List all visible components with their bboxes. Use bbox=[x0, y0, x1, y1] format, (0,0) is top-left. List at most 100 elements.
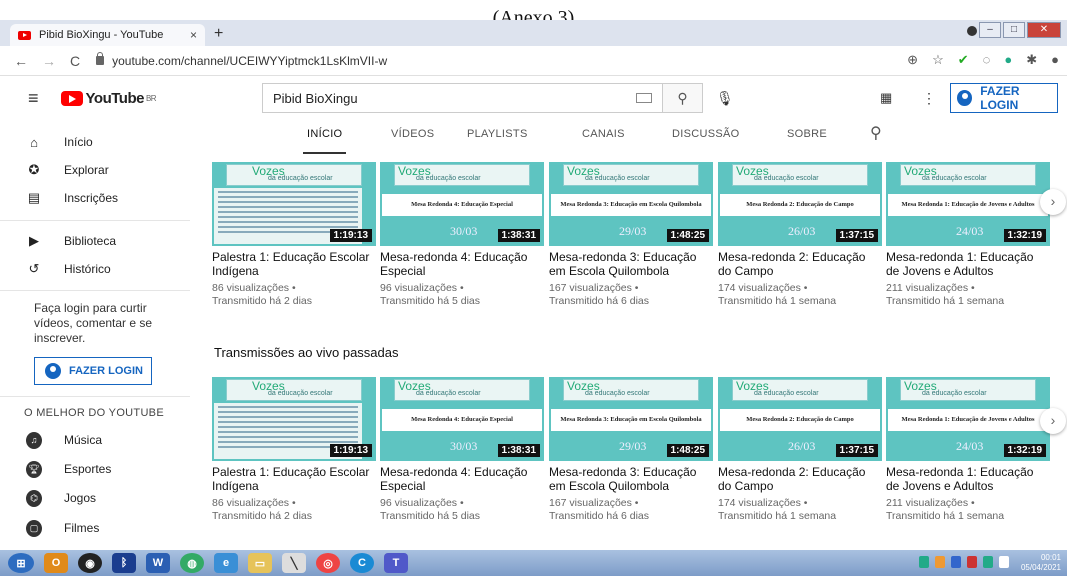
video-title[interactable]: Mesa-redonda 2: Educação do Campo bbox=[718, 250, 882, 278]
video-card[interactable]: Vozes da educação escolar Mesa Redonda 3: … bbox=[549, 162, 713, 308]
video-views: 211 visualizações • bbox=[886, 497, 975, 509]
profile-icon[interactable]: ● bbox=[1051, 52, 1059, 68]
volume-icon[interactable] bbox=[999, 556, 1009, 568]
start-button-icon[interactable]: ⊞ bbox=[8, 553, 34, 573]
video-thumbnail[interactable]: Vozes da educação escolar 1:19:13 bbox=[212, 162, 376, 246]
search-input[interactable]: Pibid BioXingu bbox=[262, 83, 663, 113]
snipping-tool-icon[interactable]: ╲ bbox=[282, 553, 306, 573]
video-title[interactable]: Palestra 1: Educação Escolar Indígena bbox=[212, 465, 376, 493]
cast-icon[interactable]: ⊕ bbox=[907, 52, 918, 68]
folder-icon[interactable]: ▭ bbox=[248, 553, 272, 573]
thumb-date: 26/03 bbox=[788, 224, 816, 238]
keyboard-icon[interactable] bbox=[636, 93, 652, 103]
teams-icon[interactable]: T bbox=[384, 553, 408, 573]
login-button[interactable]: FAZER LOGIN bbox=[950, 83, 1058, 113]
video-thumbnail[interactable]: Vozes da educação escolar Mesa Redonda 3: … bbox=[549, 377, 713, 461]
video-title[interactable]: Mesa-redonda 4: Educação Especial bbox=[380, 250, 544, 278]
tab-close-icon[interactable]: × bbox=[190, 28, 197, 42]
video-card[interactable]: Vozes da educação escolar Mesa Redonda 1: … bbox=[886, 377, 1050, 523]
tray-icon[interactable] bbox=[919, 556, 929, 568]
video-title[interactable]: Mesa-redonda 4: Educação Especial bbox=[380, 465, 544, 493]
sidebar-item-inicio[interactable]: ⌂ Início bbox=[26, 134, 93, 150]
shelf-next-arrow-icon[interactable]: › bbox=[1040, 189, 1066, 215]
video-card[interactable]: Vozes da educação escolar Mesa Redonda 4: … bbox=[380, 162, 544, 308]
sidebar-item-musica[interactable]: ♫ Música bbox=[26, 431, 102, 449]
extension-icon-2[interactable]: ● bbox=[1004, 52, 1012, 68]
tray-icon[interactable] bbox=[967, 556, 977, 568]
video-card[interactable]: Vozes da educação escolar 1:19:13 Palestra … bbox=[212, 162, 376, 308]
microphone-icon[interactable]: 🎙︎ bbox=[716, 90, 734, 107]
apps-grid-icon[interactable]: ▦ bbox=[880, 90, 892, 106]
sidebar-item-inscricoes[interactable]: ▤ Inscrições bbox=[26, 190, 118, 206]
more-options-icon[interactable]: ⋮ bbox=[922, 90, 936, 107]
app-icon[interactable]: ◍ bbox=[180, 553, 204, 573]
clock[interactable]: 00:01 05/04/2021 bbox=[1021, 553, 1061, 573]
search-button[interactable]: ⚲ bbox=[663, 83, 703, 113]
tray-icon[interactable] bbox=[951, 556, 961, 568]
internet-explorer-icon[interactable]: e bbox=[214, 553, 238, 573]
sidebar-item-esportes[interactable]: 🏆︎ Esportes bbox=[26, 460, 111, 478]
video-card[interactable]: Vozes da educação escolar 1:19:13 Palestra … bbox=[212, 377, 376, 523]
video-card[interactable]: Vozes da educação escolar Mesa Redonda 2: … bbox=[718, 162, 882, 308]
new-tab-button[interactable]: + bbox=[214, 25, 223, 43]
extension-icon[interactable]: ◌ bbox=[983, 52, 991, 68]
reload-icon[interactable]: C bbox=[70, 53, 80, 69]
video-card[interactable]: Vozes da educação escolar Mesa Redonda 2: … bbox=[718, 377, 882, 523]
tab-videos[interactable]: VÍDEOS bbox=[391, 128, 434, 140]
sidebar: ⌂ Início ✪ Explorar ▤ Inscrições ▶ Bibli… bbox=[0, 120, 190, 550]
browser-tab[interactable]: Pibid BioXingu - YouTube × bbox=[10, 24, 205, 46]
video-card[interactable]: Vozes da educação escolar Mesa Redonda 1: … bbox=[886, 162, 1050, 308]
video-thumbnail[interactable]: Vozes da educação escolar Mesa Redonda 1: … bbox=[886, 377, 1050, 461]
extension-check-icon[interactable]: ✔ bbox=[958, 52, 969, 68]
tab-inicio[interactable]: INÍCIO bbox=[302, 128, 347, 154]
media-player-icon[interactable]: ◉ bbox=[78, 553, 102, 573]
back-arrow-icon[interactable]: ← bbox=[14, 53, 28, 69]
outlook-icon[interactable]: O bbox=[44, 553, 68, 573]
tab-canais[interactable]: CANAIS bbox=[582, 128, 625, 140]
channel-search-icon[interactable]: ⚲ bbox=[870, 123, 882, 143]
shelf-title[interactable]: Transmissões ao vivo passadas bbox=[214, 345, 399, 360]
puzzle-icon[interactable]: ✱ bbox=[1026, 52, 1037, 68]
sidebar-item-jogos[interactable]: ⌬ Jogos bbox=[26, 489, 96, 507]
video-thumbnail[interactable]: Vozes da educação escolar Mesa Redonda 4: … bbox=[380, 377, 544, 461]
video-card[interactable]: Vozes da educação escolar Mesa Redonda 3: … bbox=[549, 377, 713, 523]
thumb-heading: Mesa Redonda 3: Educação em Escola Quilo… bbox=[551, 409, 711, 431]
video-thumbnail[interactable]: Vozes da educação escolar Mesa Redonda 2: … bbox=[718, 162, 882, 246]
sidebar-item-filmes[interactable]: ▢ Filmes bbox=[26, 519, 99, 537]
video-title[interactable]: Mesa-redonda 2: Educação do Campo bbox=[718, 465, 882, 493]
menu-icon[interactable]: ≡ bbox=[28, 88, 39, 109]
chrome-icon[interactable]: ◎ bbox=[316, 553, 340, 573]
word-icon[interactable]: W bbox=[146, 553, 170, 573]
tray-icon[interactable] bbox=[935, 556, 945, 568]
video-title[interactable]: Mesa-redonda 1: Educação de Jovens e Adu… bbox=[886, 250, 1050, 278]
video-thumbnail[interactable]: Vozes da educação escolar Mesa Redonda 4: … bbox=[380, 162, 544, 246]
sidebar-login-button[interactable]: FAZER LOGIN bbox=[34, 357, 152, 385]
video-card[interactable]: Vozes da educação escolar Mesa Redonda 4: … bbox=[380, 377, 544, 523]
video-title[interactable]: Mesa-redonda 1: Educação de Jovens e Adu… bbox=[886, 465, 1050, 493]
video-thumbnail[interactable]: Vozes da educação escolar Mesa Redonda 3: … bbox=[549, 162, 713, 246]
url-field[interactable]: youtube.com/channel/UCEIWYYiptmck1LsKlmV… bbox=[96, 52, 387, 68]
tab-playlists[interactable]: PLAYLISTS bbox=[467, 128, 528, 140]
video-title[interactable]: Mesa-redonda 3: Educação em Escola Quilo… bbox=[549, 250, 713, 278]
bookmark-star-icon[interactable]: ☆ bbox=[932, 52, 944, 68]
compass-icon: ✪ bbox=[28, 162, 40, 177]
sidebar-item-explorar[interactable]: ✪ Explorar bbox=[26, 162, 109, 178]
edge-icon[interactable]: C bbox=[350, 553, 374, 573]
forward-arrow-icon[interactable]: → bbox=[42, 53, 56, 69]
tab-sobre[interactable]: SOBRE bbox=[787, 128, 827, 140]
minimize-button[interactable]: – bbox=[979, 22, 1001, 38]
sidebar-item-historico[interactable]: ↺ Histórico bbox=[26, 261, 111, 277]
video-thumbnail[interactable]: Vozes da educação escolar Mesa Redonda 1: … bbox=[886, 162, 1050, 246]
window-close-button[interactable]: ✕ bbox=[1027, 22, 1061, 38]
bluetooth-icon[interactable]: ᛒ bbox=[112, 553, 136, 573]
shelf-next-arrow-icon[interactable]: › bbox=[1040, 408, 1066, 434]
video-thumbnail[interactable]: Vozes da educação escolar Mesa Redonda 2: … bbox=[718, 377, 882, 461]
sidebar-item-biblioteca[interactable]: ▶ Biblioteca bbox=[26, 233, 116, 249]
maximize-button[interactable]: □ bbox=[1003, 22, 1025, 38]
video-title[interactable]: Palestra 1: Educação Escolar Indígena bbox=[212, 250, 376, 278]
video-thumbnail[interactable]: Vozes da educação escolar 1:19:13 bbox=[212, 377, 376, 461]
tray-icon[interactable] bbox=[983, 556, 993, 568]
youtube-logo[interactable]: YouTube BR bbox=[60, 90, 157, 107]
tab-discussao[interactable]: DISCUSSÃO bbox=[672, 128, 740, 140]
video-title[interactable]: Mesa-redonda 3: Educação em Escola Quilo… bbox=[549, 465, 713, 493]
